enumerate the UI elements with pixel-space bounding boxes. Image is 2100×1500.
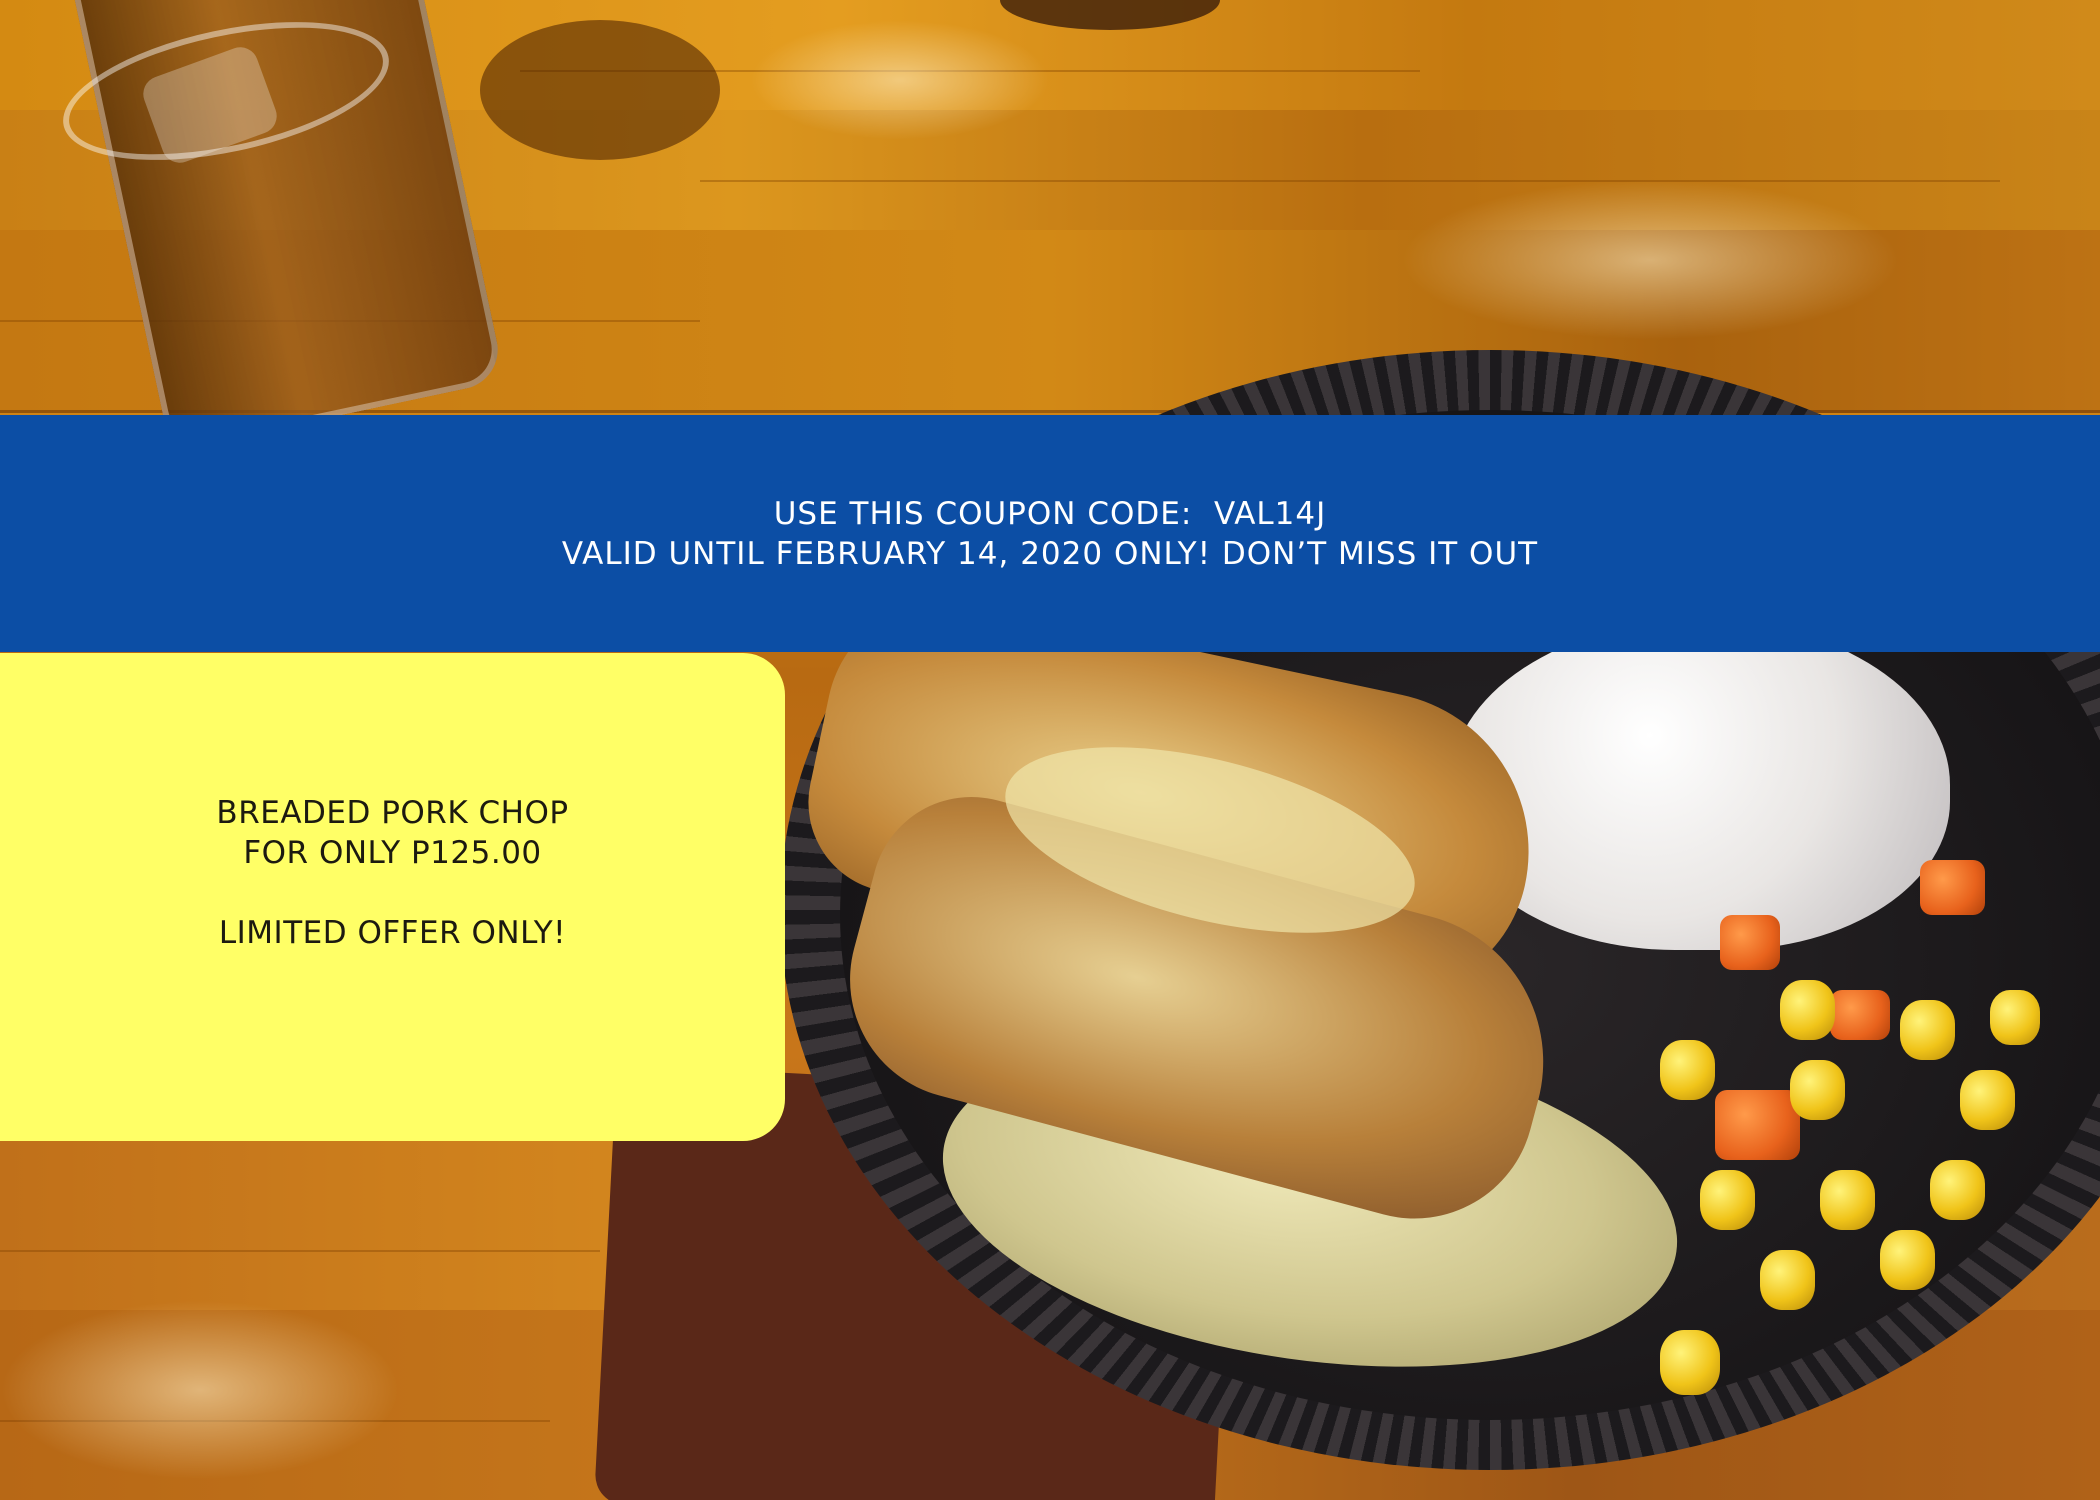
wood-grain: [0, 1250, 600, 1252]
corn-kernel: [1760, 1250, 1815, 1310]
table-reflection: [750, 20, 1050, 140]
offer-price: FOR ONLY P125.00: [243, 835, 542, 871]
coupon-validity-text: VALID UNTIL FEBRUARY 14, 2020 ONLY! DON’…: [561, 535, 1539, 572]
corn-kernel: [1660, 1040, 1715, 1100]
corn-kernel: [1990, 990, 2040, 1045]
corn-kernel: [1930, 1160, 1985, 1220]
corn-kernel: [1700, 1170, 1755, 1230]
offer-item-name: BREADED PORK CHOP: [216, 795, 569, 831]
coupon-banner: USE THIS COUPON CODE: VAL14J VALID UNTIL…: [0, 415, 2100, 652]
carrot-piece: [1720, 915, 1780, 970]
rice-mound: [1450, 620, 1950, 950]
corn-kernel: [1660, 1330, 1720, 1395]
carrot-piece: [1830, 990, 1890, 1040]
offer-card: BREADED PORK CHOP FOR ONLY P125.00 LIMIT…: [0, 653, 785, 1141]
corn-kernel: [1900, 1000, 1955, 1060]
coupon-code-text: USE THIS COUPON CODE: VAL14J: [773, 495, 1327, 532]
corn-kernel: [1780, 980, 1835, 1040]
corn-kernel: [1880, 1230, 1935, 1290]
corn-kernel: [1960, 1070, 2015, 1130]
carrot-piece: [1715, 1090, 1800, 1160]
table-reflection: [0, 1300, 400, 1480]
table-reflection: [1400, 180, 1900, 340]
carrot-piece: [1920, 860, 1985, 915]
corn-kernel: [1790, 1060, 1845, 1120]
glass-shadow: [480, 20, 720, 160]
offer-limited-note: LIMITED OFFER ONLY!: [218, 915, 567, 951]
corn-kernel: [1820, 1170, 1875, 1230]
